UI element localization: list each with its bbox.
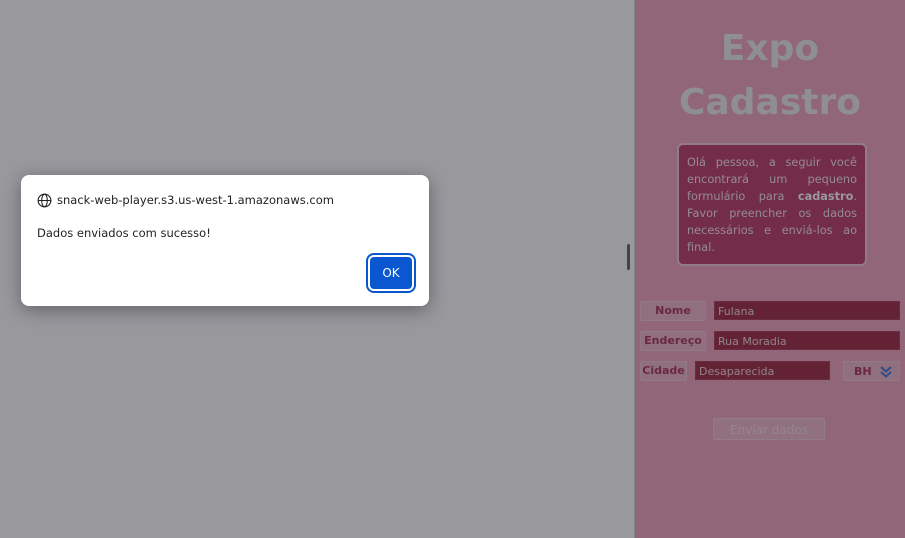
dialog-origin: snack-web-player.s3.us-west-1.amazonaws.… [37,191,334,209]
globe-icon [37,193,52,207]
alert-dialog: snack-web-player.s3.us-west-1.amazonaws.… [21,175,429,306]
browser-page: Expo Cadastro Olá pessoa, a seguir você … [0,0,905,538]
dialog-origin-text: snack-web-player.s3.us-west-1.amazonaws.… [57,193,334,207]
ok-button[interactable]: OK [370,257,412,289]
dialog-message: Dados enviados com sucesso! [37,226,211,240]
